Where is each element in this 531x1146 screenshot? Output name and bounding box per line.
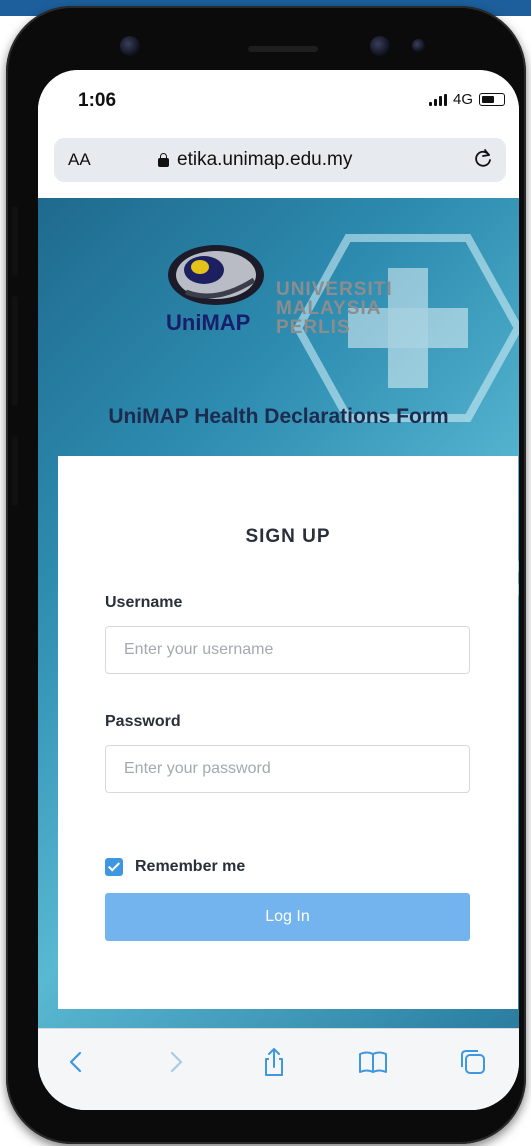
lock-icon [158,153,169,167]
signal-icon [428,93,447,106]
page-title: UniMAP Health Declarations Form [108,405,449,428]
tabs-icon[interactable] [456,1045,490,1079]
forward-icon[interactable] [158,1045,192,1079]
network-type: 4G [452,91,473,108]
username-input[interactable] [105,626,470,674]
unimap-logo: UNIVERSITI MALAYSIA PERLIS UniMAP [166,240,396,380]
volume-down-button [12,296,18,406]
back-icon[interactable] [60,1045,94,1079]
proximity-sensor-icon [412,39,425,52]
volume-up-button [12,206,18,276]
iris-sensor-icon [370,36,390,56]
password-input[interactable] [105,745,470,793]
battery-icon [479,93,505,106]
phone-frame: 1:06 4G AA etika.unimap.edu.my UNIVERSIT… [6,6,526,1144]
share-icon[interactable] [257,1045,291,1079]
front-camera-icon [120,36,140,56]
url-text: etika.unimap.edu.my [177,149,353,170]
logo-institution-text: UNIVERSITI MALAYSIA PERLIS [276,280,393,337]
status-time: 1:06 [78,90,117,111]
logo-line-2: MALAYSIA [276,298,382,319]
password-label: Password [105,713,181,730]
bixby-button [12,436,18,506]
unimap-emblem-icon [168,245,264,305]
phone-bezel-top [6,6,526,76]
text-size-button[interactable]: AA [68,150,91,170]
logo-line-3: PERLIS [276,317,351,338]
logo-brand-text: UniMAP [166,310,251,335]
page-content: UNIVERSITI MALAYSIA PERLIS UniMAP UniMAP… [38,198,519,1028]
login-card: SIGN UP Username Password Remember me Lo… [58,456,518,1009]
address-bar[interactable]: AA etika.unimap.edu.my [54,138,506,182]
remember-me-label[interactable]: Remember me [135,858,245,876]
logo-line-1: UNIVERSITI [276,279,393,300]
status-bar: 1:06 4G [38,70,519,122]
form-title: SIGN UP [245,526,331,547]
status-indicators: 4G [428,91,505,108]
url-display[interactable]: etika.unimap.edu.my [158,149,352,171]
login-button[interactable]: Log In [105,893,470,941]
bookmarks-icon[interactable] [356,1045,390,1079]
reload-icon[interactable] [472,147,494,169]
remember-me-row[interactable]: Remember me [105,858,245,876]
browser-toolbar [38,1028,519,1110]
username-label: Username [105,594,183,611]
remember-me-checkbox[interactable] [105,858,123,876]
phone-screen: 1:06 4G AA etika.unimap.edu.my UNIVERSIT… [38,70,519,1110]
earpiece-speaker [248,46,318,52]
